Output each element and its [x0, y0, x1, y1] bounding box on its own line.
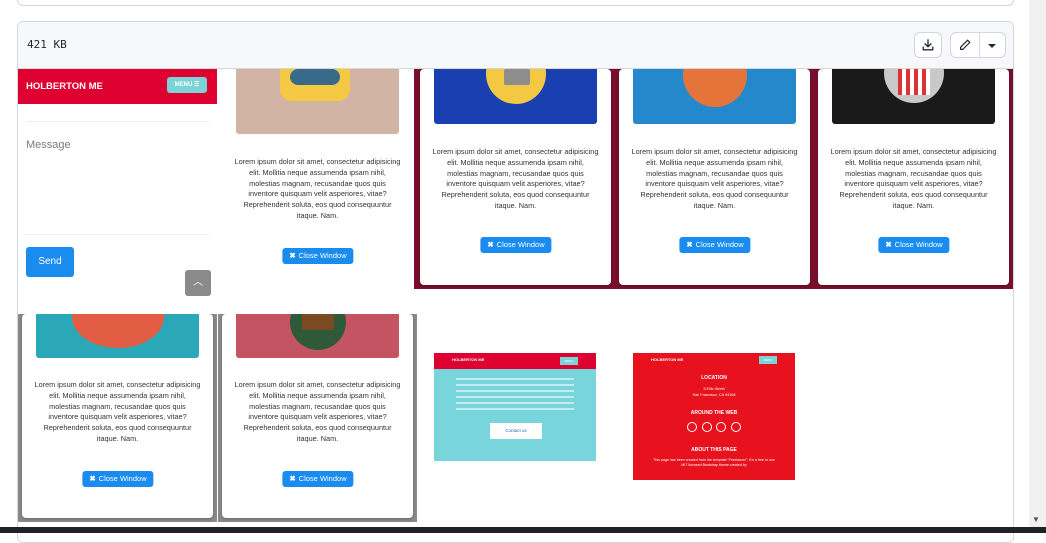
download-icon: [922, 39, 934, 51]
illustration-shape: [683, 69, 747, 107]
close-window-button[interactable]: ✖ Close Window: [480, 237, 552, 253]
card-text: Lorem ipsum dolor sit amet, consectetur …: [631, 147, 798, 210]
brand: HOLBERTON ME: [26, 81, 103, 92]
chevron-up-icon: ︿: [193, 277, 203, 288]
footer-thumbnail: HOLBERTON ME MENU LOCATION 3 Ellis Stree…: [633, 353, 795, 480]
screenshot-tile: Lorem ipsum dolor sit amet, consectetur …: [18, 314, 217, 522]
edit-button-group[interactable]: [950, 32, 1006, 58]
card-illustration: [236, 314, 399, 358]
menu-button: MENU: [560, 357, 578, 365]
message-placeholder[interactable]: Message: [26, 139, 71, 151]
illustration-shape: [290, 69, 340, 85]
social-icons: [687, 422, 741, 432]
close-window-label: Close Window: [298, 474, 347, 483]
card-illustration: [832, 69, 995, 124]
menu-button: MENU: [759, 356, 777, 364]
screenshot-tile: Lorem ipsum dolor sit amet, consectetur …: [613, 69, 812, 289]
close-window-label: Close Window: [98, 474, 147, 483]
social-icon: [716, 422, 727, 432]
social-icon: [730, 422, 741, 432]
image-preview: HOLBERTON ME MENU ☰ Message Send ︿ Lorem…: [18, 69, 1013, 542]
card-text: Lorem ipsum dolor sit amet, consectetur …: [432, 147, 599, 210]
chevron-down-icon[interactable]: [987, 42, 997, 50]
scroll-top-button[interactable]: ︿: [185, 270, 211, 296]
page-scrollbar[interactable]: [1029, 0, 1046, 533]
card-illustration: [434, 69, 597, 124]
card-illustration: [36, 314, 199, 358]
navbar: HOLBERTON ME MENU: [434, 353, 596, 369]
close-window-label: Close Window: [695, 240, 744, 249]
card-illustration: [236, 69, 399, 134]
text-lines: [456, 378, 574, 414]
portfolio-card: Lorem ipsum dolor sit amet, consectetur …: [420, 69, 611, 285]
divider: [26, 234, 209, 235]
message-form-tile: HOLBERTON ME MENU ☰ Message Send ︿: [18, 69, 217, 296]
address-line: San Francisco, CA 94108: [692, 393, 736, 397]
about-heading: ABOUT THIS PAGE: [691, 447, 737, 453]
portfolio-card: Lorem ipsum dolor sit amet, consectetur …: [222, 69, 413, 289]
screenshot-tile: Lorem ipsum dolor sit amet, consectetur …: [218, 314, 417, 522]
button-divider: [979, 33, 980, 57]
card-text: Lorem ipsum dolor sit amet, consectetur …: [34, 380, 201, 443]
location-heading: LOCATION: [701, 375, 727, 381]
portfolio-card: Lorem ipsum dolor sit amet, consectetur …: [22, 314, 213, 518]
previous-panel-edge: [17, 0, 1014, 6]
navbar: HOLBERTON ME MENU: [633, 353, 795, 369]
illustration-shape: [302, 314, 334, 330]
screenshot-tile: Lorem ipsum dolor sit amet, consectetur …: [218, 69, 417, 289]
file-header: 421 KB: [18, 22, 1013, 69]
card-text: Lorem ipsum dolor sit amet, consectetur …: [234, 157, 401, 220]
divider: [26, 121, 209, 122]
around-heading: AROUND THE WEB: [690, 410, 738, 416]
illustration-shape: [504, 69, 530, 85]
close-window-button[interactable]: ✖ Close Window: [878, 237, 950, 253]
contact-button: Contact us: [490, 423, 542, 439]
illustration-shape: [898, 69, 930, 95]
screenshot-tile: Lorem ipsum dolor sit amet, consectetur …: [812, 69, 1013, 289]
portfolio-card: Lorem ipsum dolor sit amet, consectetur …: [222, 314, 413, 518]
menu-button[interactable]: MENU ☰: [167, 77, 207, 93]
about-text: This page has been created from the temp…: [653, 458, 775, 467]
portfolio-card: Lorem ipsum dolor sit amet, consectetur …: [818, 69, 1009, 285]
social-icon: [701, 422, 712, 432]
close-window-label: Close Window: [894, 240, 943, 249]
close-window-button[interactable]: ✖ Close Window: [679, 237, 751, 253]
download-button[interactable]: [914, 32, 942, 58]
close-window-label: Close Window: [496, 240, 545, 249]
brand: HOLBERTON ME: [452, 357, 485, 362]
screenshot-tile: Lorem ipsum dolor sit amet, consectetur …: [414, 69, 613, 289]
card-text: Lorem ipsum dolor sit amet, consectetur …: [830, 147, 997, 210]
card-text: Lorem ipsum dolor sit amet, consectetur …: [234, 380, 401, 443]
close-window-label: Close Window: [298, 251, 347, 260]
close-window-button[interactable]: ✖ Close Window: [282, 471, 354, 487]
social-icon: [687, 422, 697, 432]
send-button[interactable]: Send: [26, 247, 74, 277]
portfolio-card: Lorem ipsum dolor sit amet, consectetur …: [619, 69, 810, 285]
brand: HOLBERTON ME: [651, 357, 684, 362]
illustration-shape: [72, 314, 164, 348]
bottom-strip: [0, 527, 1046, 533]
close-window-button[interactable]: ✖ Close Window: [82, 471, 154, 487]
file-size: 421 KB: [27, 38, 67, 51]
address-line: 3 Ellis Street: [703, 387, 725, 391]
card-illustration: [633, 69, 796, 124]
file-viewer: 421 KB HOLBERTON ME MENU ☰ Message Send …: [17, 21, 1014, 543]
contact-thumbnail: HOLBERTON ME MENU Contact us: [434, 353, 596, 461]
navbar: HOLBERTON ME MENU ☰: [18, 69, 217, 104]
pencil-icon[interactable]: [958, 38, 972, 52]
close-window-button[interactable]: ✖ Close Window: [282, 248, 354, 264]
scroll-down-icon[interactable]: ▼: [1032, 515, 1040, 524]
